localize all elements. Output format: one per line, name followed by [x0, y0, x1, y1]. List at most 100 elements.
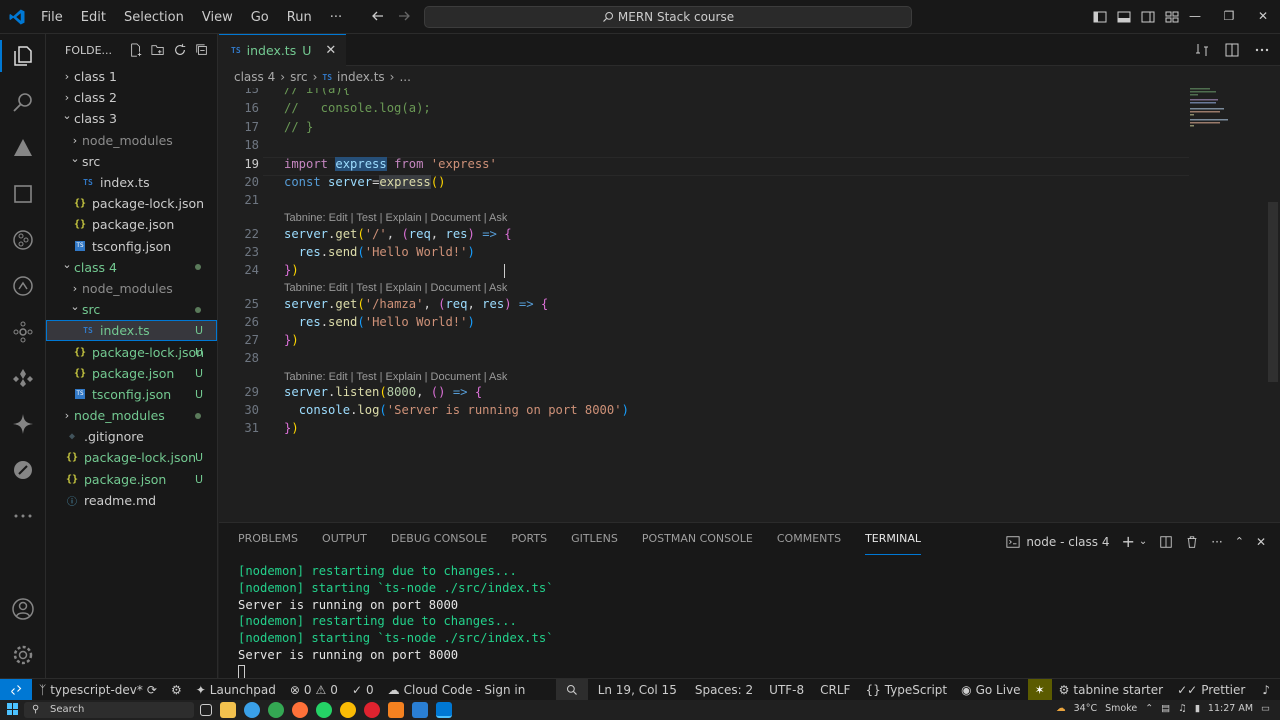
- menu-more[interactable]: ···: [321, 10, 351, 25]
- menu-view[interactable]: View: [193, 10, 242, 25]
- toggle-secondary-sidebar-icon[interactable]: [1140, 9, 1156, 25]
- tree-item[interactable]: TS tsconfig.json U: [46, 384, 217, 405]
- gitlens-status[interactable]: ⚙: [164, 683, 189, 697]
- gitlens-icon[interactable]: [11, 458, 35, 482]
- whatsapp-icon[interactable]: [316, 702, 332, 718]
- toggle-sidebar-icon[interactable]: [1092, 9, 1108, 25]
- settings-gear-icon[interactable]: [11, 643, 35, 667]
- opera-icon[interactable]: [364, 702, 380, 718]
- close-window-icon[interactable]: ✕: [1246, 0, 1280, 34]
- editor-scrollbar[interactable]: [1268, 202, 1278, 382]
- tree-item[interactable]: {} package.json U: [46, 363, 217, 384]
- split-terminal-icon[interactable]: [1159, 535, 1173, 549]
- panel-tab-comments[interactable]: COMMENTS: [777, 523, 841, 555]
- more-actions-icon[interactable]: ···: [1211, 535, 1222, 549]
- gemini-icon[interactable]: [11, 412, 35, 436]
- line-ending[interactable]: CRLF: [812, 683, 858, 697]
- remote-explorer-icon[interactable]: [11, 320, 35, 344]
- more-actions-icon[interactable]: [1254, 42, 1270, 58]
- menu-run[interactable]: Run: [278, 10, 321, 25]
- refresh-icon[interactable]: [173, 43, 187, 57]
- launchpad-status[interactable]: ✦ Launchpad: [189, 683, 283, 697]
- zoom-status[interactable]: [555, 678, 588, 701]
- panel-tab-gitlens[interactable]: GITLENS: [571, 523, 618, 555]
- go-live-status[interactable]: ◉ Go Live: [954, 683, 1027, 697]
- tree-item[interactable]: ⌄ class 3: [46, 108, 217, 129]
- panel-tab-terminal[interactable]: TERMINAL: [865, 523, 922, 555]
- chrome-2-icon[interactable]: [340, 702, 356, 718]
- tabnine-status[interactable]: ⚙ tabnine starter: [1052, 683, 1170, 697]
- breadcrumb-folder-class4[interactable]: class 4: [234, 70, 275, 84]
- cloud-code-status[interactable]: ☁ Cloud Code - Sign in: [381, 683, 533, 697]
- indentation[interactable]: Spaces: 2: [687, 683, 761, 697]
- panel-tab-problems[interactable]: PROBLEMS: [238, 523, 298, 555]
- minimize-icon[interactable]: —: [1178, 0, 1212, 34]
- panel-tab-debug-console[interactable]: DEBUG CONSOLE: [391, 523, 487, 555]
- tabnine-code-lens[interactable]: Tabnine: Edit | Test | Explain | Documen…: [284, 282, 507, 294]
- code-editor[interactable]: 15 16 17 18 19 20 21 22 23 24 25 26 27 2…: [219, 88, 1189, 522]
- trash-icon[interactable]: [1185, 535, 1199, 549]
- chrome-icon[interactable]: [268, 702, 284, 718]
- new-file-icon[interactable]: [129, 43, 143, 57]
- battery-icon[interactable]: ▮: [1195, 703, 1200, 714]
- panel-tab-ports[interactable]: PORTS: [511, 523, 547, 555]
- tree-item[interactable]: {} package-lock.json U: [46, 341, 217, 362]
- tree-item[interactable]: › class 1: [46, 66, 217, 87]
- network-icon[interactable]: ▤: [1161, 703, 1170, 714]
- source-control-icon[interactable]: [11, 228, 35, 252]
- language-mode[interactable]: {} TypeScript: [858, 683, 954, 697]
- chevron-down-icon[interactable]: ⌄: [1139, 536, 1147, 547]
- forward-arrow-icon[interactable]: [396, 8, 412, 24]
- tree-item[interactable]: ⌄ src: [46, 299, 217, 320]
- breadcrumb-symbols[interactable]: ...: [399, 70, 410, 84]
- tabnine-status-icon-box[interactable]: ✶: [1027, 678, 1052, 701]
- task-view-icon[interactable]: [200, 704, 212, 716]
- accounts-icon[interactable]: [11, 597, 35, 621]
- close-panel-icon[interactable]: ✕: [1256, 535, 1266, 549]
- run-debug-icon[interactable]: [11, 274, 35, 298]
- remote-indicator[interactable]: [0, 678, 32, 701]
- close-icon[interactable]: ✕: [325, 43, 336, 58]
- menu-edit[interactable]: Edit: [72, 10, 115, 25]
- breadcrumb-folder-src[interactable]: src: [290, 70, 308, 84]
- tree-item[interactable]: › node_modules: [46, 405, 217, 426]
- collapse-all-icon[interactable]: [195, 43, 209, 57]
- tree-item[interactable]: › node_modules: [46, 278, 217, 299]
- tree-item[interactable]: {} package.json U: [46, 469, 217, 490]
- split-editor-icon[interactable]: [1224, 42, 1240, 58]
- menu-go[interactable]: Go: [242, 10, 278, 25]
- encoding[interactable]: UTF-8: [761, 683, 812, 697]
- chevron-up-icon[interactable]: ⌃: [1145, 703, 1153, 714]
- weather-desc[interactable]: Smoke: [1105, 703, 1137, 714]
- weather-temp[interactable]: 34°C: [1074, 703, 1097, 714]
- taskbar-search[interactable]: ⚲ Search: [24, 702, 194, 718]
- menu-selection[interactable]: Selection: [115, 10, 193, 25]
- tree-item[interactable]: ⌄ class 4: [46, 257, 217, 278]
- edge-icon[interactable]: [244, 702, 260, 718]
- back-arrow-icon[interactable]: [370, 8, 386, 24]
- panel-tab-postman-console[interactable]: POSTMAN CONSOLE: [642, 523, 753, 555]
- open-changes-icon[interactable]: [1194, 42, 1210, 58]
- branch-status[interactable]: ᛉ typescript-dev* ⟳: [32, 683, 164, 697]
- extensions-icon[interactable]: [11, 182, 35, 206]
- command-center[interactable]: MERN Stack course: [424, 6, 912, 28]
- notifications-status[interactable]: ♪: [1252, 683, 1280, 697]
- toggle-panel-icon[interactable]: [1116, 9, 1132, 25]
- terminal-name[interactable]: node - class 4: [1026, 535, 1109, 549]
- tabnine-code-lens[interactable]: Tabnine: Edit | Test | Explain | Documen…: [284, 212, 507, 224]
- ports-status[interactable]: ✓ 0: [345, 683, 381, 697]
- tree-item[interactable]: › class 2: [46, 87, 217, 108]
- app-icon[interactable]: [412, 702, 428, 718]
- windows-start-icon[interactable]: [7, 703, 19, 715]
- tree-item[interactable]: {} package-lock.json U: [46, 447, 217, 468]
- breadcrumb-file[interactable]: index.ts: [337, 70, 385, 84]
- vscode-taskbar-icon[interactable]: [436, 702, 452, 718]
- tabnine-code-lens[interactable]: Tabnine: Edit | Test | Explain | Documen…: [284, 371, 507, 383]
- maximize-panel-icon[interactable]: ⌃: [1235, 535, 1244, 548]
- tab-index-ts[interactable]: TS index.ts U ✕: [219, 34, 347, 66]
- more-views-icon[interactable]: [11, 504, 35, 528]
- menu-file[interactable]: File: [32, 10, 72, 25]
- tree-item[interactable]: {} package.json: [46, 214, 217, 235]
- terminal-output[interactable]: [nodemon] restarting due to changes... [n…: [238, 563, 554, 681]
- new-terminal-icon[interactable]: +: [1121, 532, 1134, 551]
